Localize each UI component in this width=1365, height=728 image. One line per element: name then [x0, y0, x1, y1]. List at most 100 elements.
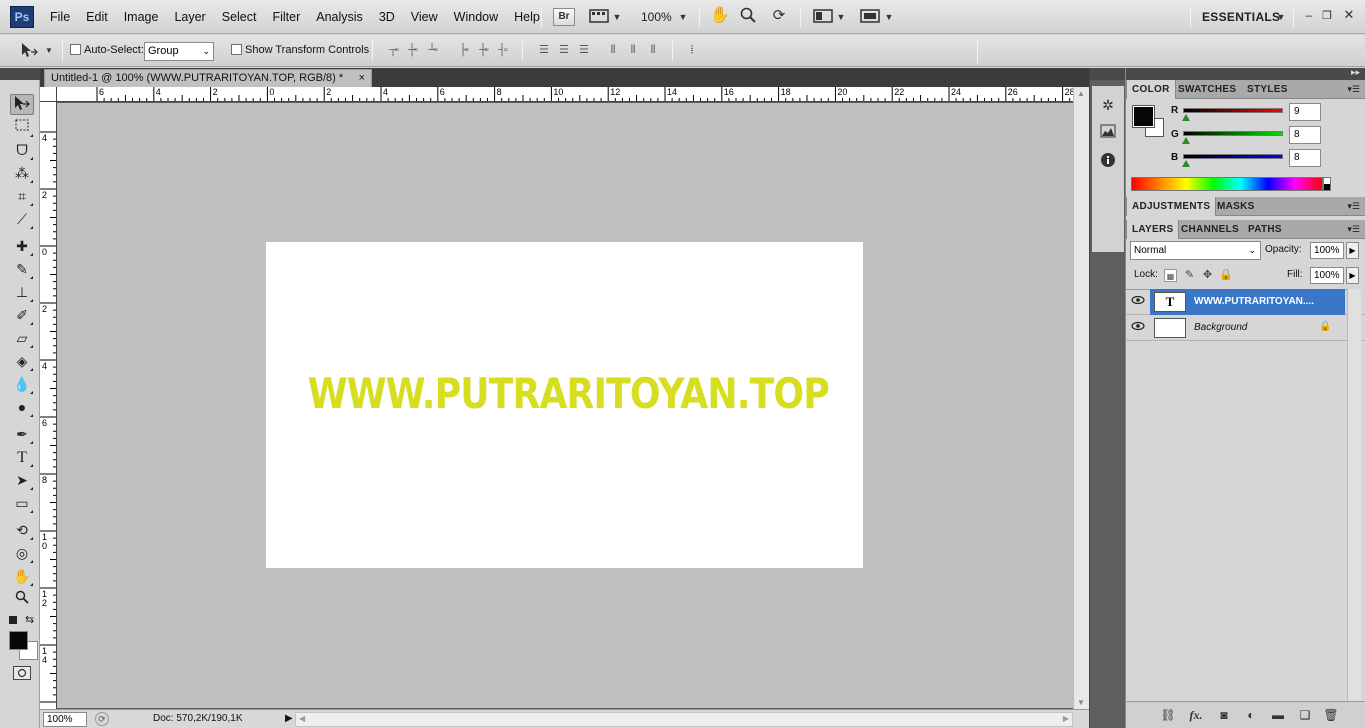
horizontal-ruler[interactable]: 6420246810121416182022242628	[57, 87, 1073, 102]
lock-image-pixels-icon[interactable]: ✎	[1183, 269, 1196, 282]
hand-tool-icon[interactable]: ✋	[10, 566, 34, 587]
layer-name[interactable]: WWW.PUTRARITOYAN....	[1194, 289, 1314, 315]
tab-paths[interactable]: PATHS	[1243, 220, 1287, 239]
lock-all-icon[interactable]: 🔒	[1219, 269, 1233, 282]
shape-tool-icon[interactable]: ▭	[10, 493, 34, 514]
red-slider[interactable]	[1183, 108, 1283, 113]
tab-swatches[interactable]: SWATCHES	[1173, 80, 1241, 99]
document-tab[interactable]: Untitled-1 @ 100% (WWW.PUTRARITOYAN.TOP,…	[44, 69, 372, 87]
align-top-icon[interactable]: ┬▫	[385, 43, 401, 57]
tab-styles[interactable]: STYLES	[1242, 80, 1293, 99]
healing-brush-tool-icon[interactable]: ✚	[10, 236, 34, 257]
opacity-field[interactable]: 100%	[1310, 242, 1344, 259]
close-document-icon[interactable]: ×	[359, 70, 365, 87]
view-extras-dropdown-icon[interactable]: ▼	[612, 8, 622, 26]
auto-align-layers-icon[interactable]: ⦙⦙	[683, 43, 699, 57]
eraser-tool-icon[interactable]: ▱	[10, 328, 34, 349]
fill-field[interactable]: 100%	[1310, 267, 1344, 284]
layer-style-icon[interactable]: fx.	[1188, 708, 1204, 722]
layer-name[interactable]: Background	[1194, 315, 1247, 341]
panels-header[interactable]: ▸▸	[1126, 67, 1365, 80]
zoom-dropdown-icon[interactable]: ▼	[678, 8, 688, 26]
green-value-field[interactable]: 8	[1289, 126, 1321, 144]
arrange-dropdown-icon[interactable]: ▼	[836, 8, 846, 26]
lock-transparent-pixels-icon[interactable]: ▦	[1164, 269, 1177, 282]
status-info-icon[interactable]: ⟳	[95, 712, 109, 726]
tab-channels[interactable]: CHANNELS	[1176, 220, 1244, 239]
path-selection-tool-icon[interactable]: ➤	[10, 470, 34, 491]
move-tool-preset-icon[interactable]	[18, 41, 40, 63]
distribute-bottom-icon[interactable]: ☰	[575, 43, 591, 57]
layers-scrollbar[interactable]	[1347, 289, 1361, 701]
navigator-panel-icon[interactable]: ✲	[1099, 96, 1117, 114]
tab-masks[interactable]: MASKS	[1212, 197, 1260, 216]
rotate-view-icon[interactable]: ⟳	[768, 7, 790, 25]
link-layers-icon[interactable]: ⛓	[1160, 708, 1176, 722]
ruler-origin[interactable]	[40, 87, 57, 102]
align-vcenter-icon[interactable]: ┼▫	[404, 43, 420, 57]
menu-select[interactable]: Select	[214, 0, 265, 34]
eyedropper-tool-icon[interactable]: ⟋	[10, 209, 34, 230]
menu-file[interactable]: File	[42, 0, 78, 34]
new-layer-icon[interactable]: ❏	[1297, 708, 1313, 722]
quick-selection-tool-icon[interactable]: ⁂	[10, 163, 34, 184]
screen-mode-dropdown-icon[interactable]: ▼	[884, 8, 894, 26]
3d-orbit-tool-icon[interactable]: ◎	[10, 543, 34, 564]
tool-preset-dropdown-icon[interactable]: ▼	[44, 42, 54, 60]
blur-tool-icon[interactable]: 💧	[10, 374, 34, 395]
tab-adjustments[interactable]: ADJUSTMENTS	[1126, 197, 1217, 216]
pen-tool-icon[interactable]: ✒	[10, 424, 34, 445]
restore-icon[interactable]: ❐	[1320, 7, 1334, 25]
launch-bridge-button[interactable]: Br	[553, 8, 575, 26]
blue-slider-thumb[interactable]	[1182, 160, 1190, 167]
canvas-text-layer[interactable]: WWW.PUTRARITOYAN.TOP	[308, 366, 830, 422]
distribute-right-icon[interactable]: ⫴	[644, 43, 660, 57]
align-bottom-icon[interactable]: ┴▫	[424, 43, 440, 57]
foreground-color-swatch[interactable]	[1132, 105, 1155, 128]
view-extras-icon[interactable]	[588, 8, 610, 28]
menu-layer[interactable]: Layer	[166, 0, 213, 34]
horizontal-scrollbar[interactable]: ◀ ▶	[295, 712, 1073, 727]
auto-select-checkbox[interactable]	[70, 44, 81, 55]
menu-view[interactable]: View	[403, 0, 446, 34]
tab-layers[interactable]: LAYERS	[1126, 220, 1180, 239]
tools-panel-header[interactable]	[0, 68, 40, 80]
lock-position-icon[interactable]: ✥	[1201, 269, 1214, 282]
screen-mode-icon[interactable]	[859, 8, 881, 28]
vertical-scrollbar[interactable]: ▲ ▼	[1073, 87, 1089, 709]
quick-mask-icon[interactable]	[13, 666, 31, 680]
scroll-left-icon[interactable]: ◀	[299, 714, 305, 723]
auto-select-target-select[interactable]: Group ⌄	[144, 42, 214, 61]
document-canvas[interactable]: WWW.PUTRARITOYAN.TOP	[266, 242, 863, 568]
add-mask-icon[interactable]: ◙	[1216, 708, 1232, 722]
history-brush-tool-icon[interactable]: ✐	[10, 305, 34, 326]
lasso-tool-icon[interactable]: ᗜ	[10, 140, 34, 161]
move-tool-icon[interactable]	[10, 94, 34, 115]
workspace-dropdown-icon[interactable]: ▼	[1276, 8, 1286, 26]
dodge-tool-icon[interactable]: ●	[10, 397, 34, 418]
panel-menu-icon[interactable]: ▾☰	[1347, 197, 1360, 216]
clone-stamp-tool-icon[interactable]: ⊥	[10, 282, 34, 303]
layer-row-text[interactable]: T WWW.PUTRARITOYAN....	[1126, 289, 1365, 315]
type-tool-icon[interactable]: T	[10, 447, 34, 468]
new-group-icon[interactable]: ▬	[1270, 708, 1286, 722]
red-value-field[interactable]: 9	[1289, 103, 1321, 121]
menu-analysis[interactable]: Analysis	[308, 0, 371, 34]
green-slider[interactable]	[1183, 131, 1283, 136]
show-transform-checkbox[interactable]	[231, 44, 242, 55]
status-menu-arrow-icon[interactable]: ▶	[285, 713, 293, 724]
panel-menu-icon[interactable]: ▾☰	[1347, 80, 1360, 99]
distribute-vcenter-icon[interactable]: ☰	[555, 43, 571, 57]
close-icon[interactable]: ✕	[1342, 6, 1356, 24]
black-white-swatch[interactable]	[1323, 177, 1331, 191]
delete-layer-icon[interactable]: 🗑	[1323, 708, 1339, 722]
new-adjustment-layer-icon[interactable]: ◐	[1243, 708, 1259, 722]
fill-slider-arrow-icon[interactable]: ▶	[1346, 267, 1359, 284]
menu-edit[interactable]: Edit	[78, 0, 116, 34]
minimize-icon[interactable]: –	[1302, 6, 1316, 24]
align-right-icon[interactable]: ┤▫	[494, 43, 510, 57]
collapse-panels-icon[interactable]: ▸▸	[1351, 67, 1360, 78]
zoom-tool-icon[interactable]	[10, 589, 34, 610]
menu-image[interactable]: Image	[116, 0, 167, 34]
blue-value-field[interactable]: 8	[1289, 149, 1321, 167]
